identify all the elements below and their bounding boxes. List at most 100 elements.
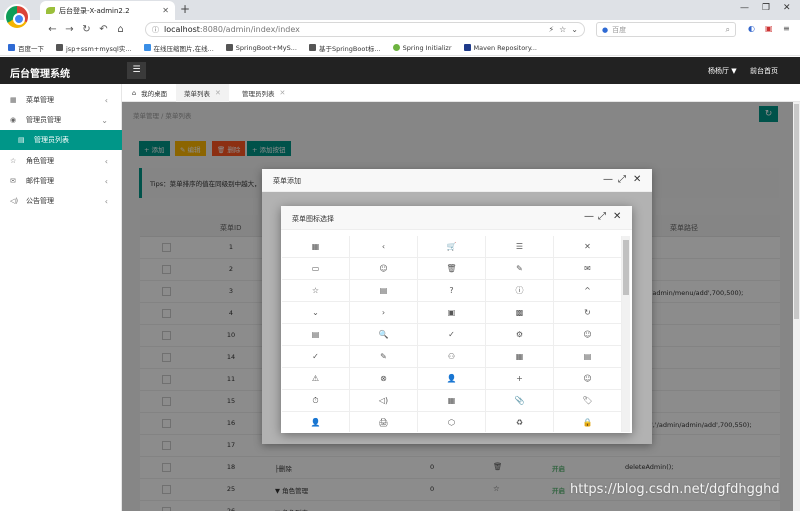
- extension-icon[interactable]: ◐: [748, 24, 755, 33]
- icon-option[interactable]: ♻: [486, 412, 554, 432]
- icon-option[interactable]: ☰: [486, 236, 554, 258]
- star-icon[interactable]: ☆: [559, 25, 566, 34]
- dropdown-icon[interactable]: ⌄: [571, 25, 578, 34]
- lightning-icon[interactable]: ⚡: [549, 25, 555, 34]
- close-icon[interactable]: ✕: [633, 174, 641, 185]
- address-bar[interactable]: ⓘ localhost:8080/admin/index/index ⚡ ☆ ⌄: [145, 22, 585, 37]
- icon-option[interactable]: ▦: [486, 346, 554, 368]
- maximize-icon[interactable]: ⤢: [618, 174, 626, 185]
- dialog-header: [262, 169, 652, 192]
- bookmark[interactable]: 基于SpringBoot标...: [308, 43, 381, 53]
- icon-option[interactable]: ›: [350, 302, 418, 324]
- chevron-down-icon: ⌄: [101, 115, 108, 125]
- icon-option[interactable]: ▤: [350, 280, 418, 302]
- icon-option[interactable]: ⚇: [418, 346, 486, 368]
- minimize-icon[interactable]: —: [584, 211, 594, 222]
- menu-icon[interactable]: ≡: [783, 24, 790, 33]
- icon-option[interactable]: ‹: [350, 236, 418, 258]
- icon-option[interactable]: ⬡: [418, 412, 486, 432]
- close-tab-icon[interactable]: ✕: [280, 89, 286, 97]
- icon-option[interactable]: ^: [554, 280, 622, 302]
- chevron-left-icon: ‹: [104, 196, 108, 206]
- forward-icon[interactable]: →: [61, 24, 78, 35]
- icon-option[interactable]: 🔒: [554, 412, 622, 432]
- tab-desktop[interactable]: ⌂ 我的桌面: [124, 84, 175, 102]
- icon-option[interactable]: ☆: [282, 280, 350, 302]
- tab-menu-list[interactable]: 菜单列表 ✕: [176, 84, 229, 102]
- icon-option[interactable]: 👤: [418, 368, 486, 390]
- icon-option[interactable]: ✓: [418, 324, 486, 346]
- icon-option[interactable]: ⌄: [282, 302, 350, 324]
- close-icon[interactable]: ✕: [613, 211, 621, 222]
- icon-option[interactable]: +: [486, 368, 554, 390]
- back-icon[interactable]: ←: [44, 24, 61, 35]
- icon-option[interactable]: ✓: [282, 346, 350, 368]
- icon-option[interactable]: ✎: [350, 346, 418, 368]
- close-tab-icon[interactable]: ✕: [215, 89, 221, 97]
- undo-icon[interactable]: ↶: [95, 24, 112, 35]
- icon-option[interactable]: ✎: [486, 258, 554, 280]
- scrollbar-thumb[interactable]: [623, 240, 629, 295]
- user-menu[interactable]: 杨杨厅 ▼: [708, 66, 737, 76]
- sidebar-item-menu[interactable]: ▦ 菜单管理 ‹: [0, 90, 122, 110]
- icon-option[interactable]: ☺: [350, 258, 418, 280]
- url-text: localhost:8080/admin/index/index: [164, 25, 300, 34]
- icon-option[interactable]: 🔍: [350, 324, 418, 346]
- maximize-icon[interactable]: ⤢: [598, 211, 606, 222]
- sidebar-item-admin-list[interactable]: ▤ 管理员列表: [0, 130, 122, 150]
- bookmark[interactable]: jsp+ssm+mysql实...: [56, 43, 132, 53]
- icon-option[interactable]: 🖨: [350, 412, 418, 432]
- tab-admin-list[interactable]: 管理员列表 ✕: [234, 84, 293, 102]
- icon-option[interactable]: 🏷: [554, 390, 622, 412]
- icon-option[interactable]: 👤: [282, 412, 350, 432]
- icon-option[interactable]: ☺: [554, 368, 622, 390]
- icon-option[interactable]: ▩: [486, 302, 554, 324]
- watermark: https://blog.csdn.net/dgfdhgghd: [570, 482, 780, 497]
- search-icon[interactable]: ⌕: [726, 25, 730, 35]
- sidebar-item-mail[interactable]: ✉ 邮件管理 ‹: [0, 171, 122, 191]
- bookmark[interactable]: 在线压缩图片,在线...: [143, 43, 214, 53]
- bookmark[interactable]: SpringBoot+MyS...: [225, 44, 297, 52]
- icon-option[interactable]: ▭: [282, 258, 350, 280]
- icon-option[interactable]: ▤: [282, 324, 350, 346]
- sidebar-item-admin[interactable]: ◉ 管理员管理 ⌄: [0, 110, 122, 130]
- bookmark[interactable]: Spring Initializr: [392, 44, 452, 52]
- info-icon: ⓘ: [152, 25, 159, 34]
- icon-option[interactable]: ☺: [554, 324, 622, 346]
- icon-option[interactable]: ✉: [554, 258, 622, 280]
- menu-toggle-button[interactable]: ☰: [127, 62, 146, 79]
- icon-option[interactable]: ▤: [554, 346, 622, 368]
- close-tab-icon[interactable]: ✕: [162, 6, 169, 15]
- bookmark[interactable]: Maven Repository...: [463, 44, 537, 52]
- extension2-icon[interactable]: ▣: [765, 24, 773, 33]
- new-tab-button[interactable]: +: [180, 2, 190, 16]
- icon-option[interactable]: ⏱: [282, 390, 350, 412]
- sidebar-item-role[interactable]: ☆ 角色管理 ‹: [0, 151, 122, 171]
- restore-icon[interactable]: ❐: [762, 3, 770, 13]
- icon-option[interactable]: ⚙: [486, 324, 554, 346]
- sidebar-item-notice[interactable]: ◁) 公告管理 ‹: [0, 191, 122, 211]
- browser-tab[interactable]: 后台登录-X-admin2.2 ✕: [40, 1, 175, 20]
- icon-option[interactable]: 🗑: [418, 258, 486, 280]
- bookmark[interactable]: 百度一下: [8, 43, 44, 53]
- search-box[interactable]: ● 百度 ⌕: [596, 22, 736, 37]
- icon-option[interactable]: ▦: [282, 236, 350, 258]
- icon-option[interactable]: ↻: [554, 302, 622, 324]
- page-scrollbar-thumb[interactable]: [794, 104, 799, 319]
- front-page-link[interactable]: 前台首页: [750, 66, 778, 76]
- icon-option[interactable]: ?: [418, 280, 486, 302]
- icon-option[interactable]: ✕: [554, 236, 622, 258]
- icon-option[interactable]: 📎: [486, 390, 554, 412]
- minimize-icon[interactable]: —: [603, 174, 613, 185]
- minimize-icon[interactable]: —: [740, 3, 749, 13]
- icon-option[interactable]: 🛒: [418, 236, 486, 258]
- icon-option[interactable]: ⓘ: [486, 280, 554, 302]
- icon-option[interactable]: ◁): [350, 390, 418, 412]
- reload-icon[interactable]: ↻: [78, 24, 95, 35]
- close-window-icon[interactable]: ✕: [783, 3, 791, 13]
- icon-option[interactable]: ⊗: [350, 368, 418, 390]
- home-icon[interactable]: ⌂: [112, 24, 129, 35]
- icon-option[interactable]: ⚠: [282, 368, 350, 390]
- icon-option[interactable]: ▣: [418, 302, 486, 324]
- icon-option[interactable]: ▦: [418, 390, 486, 412]
